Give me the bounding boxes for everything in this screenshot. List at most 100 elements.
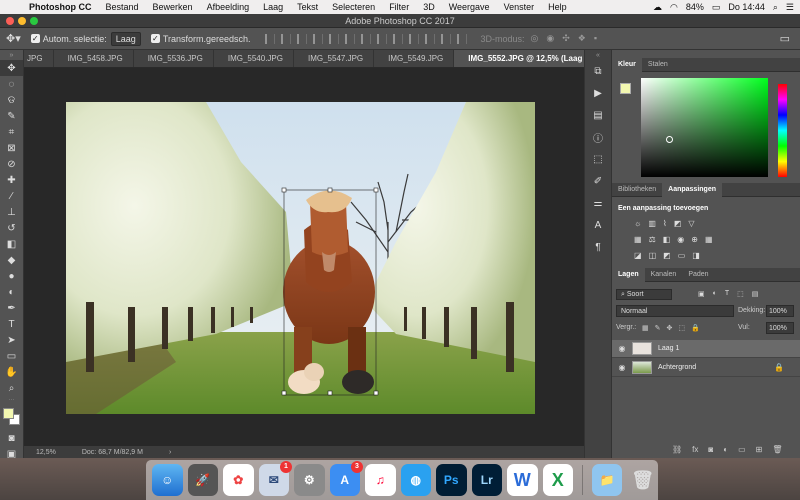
brushes-panel-icon[interactable]: ✐ [585,170,611,192]
align-middle-icon[interactable] [280,33,291,44]
crop-tool-icon[interactable]: ⌗ [0,124,23,140]
tab-document[interactable]: IMG_5547.JPG [294,50,375,67]
tab-aanpassingen[interactable]: Aanpassingen [662,182,722,197]
3d-slide-icon[interactable]: ❖ [578,33,586,44]
notification-icon[interactable]: ☰ [786,2,794,13]
menu-bewerken[interactable]: Bewerken [146,2,200,12]
menu-help[interactable]: Help [541,2,574,12]
color-balance-icon[interactable]: ⚖ [649,235,656,244]
lock-artboard-icon[interactable]: ⬚ [678,324,685,332]
vibrance-icon[interactable]: ▽ [688,219,694,228]
distribute-top-icon[interactable] [360,33,371,44]
downloads-folder-icon[interactable]: 📁 [591,464,623,496]
hue-saturation-icon[interactable]: ▦ [634,235,642,244]
3d-pan-icon[interactable]: ✣ [562,33,570,44]
document-image[interactable] [66,102,535,414]
add-mask-icon[interactable]: ◙ [708,445,713,454]
character-panel-icon[interactable]: A [585,214,611,236]
paragraph-panel-icon[interactable]: ¶ [585,236,611,258]
move-tool-preset-icon[interactable]: ✥▾ [6,32,21,45]
layer-row[interactable]: ◉ Laag 1 [612,340,800,358]
path-selection-tool-icon[interactable]: ➤ [0,332,23,348]
tab-kanalen[interactable]: Kanalen [645,268,683,282]
menu-filter[interactable]: Filter [382,2,416,12]
auto-align-icon[interactable] [456,33,467,44]
close-window-icon[interactable] [6,17,14,25]
threshold-icon[interactable]: ◩ [663,251,671,260]
canvas-area[interactable] [24,68,584,446]
selective-color-icon[interactable]: ◨ [692,251,700,260]
creative-cloud-icon[interactable]: ☁ [653,2,662,13]
distribute-bottom-icon[interactable] [392,33,403,44]
exposure-icon[interactable]: ◩ [674,219,682,228]
tab-document[interactable]: JPG [24,50,54,67]
info-panel-icon[interactable]: ⓘ [585,126,611,148]
battery-percent[interactable]: 84% [686,2,704,12]
tools-collapse-icon[interactable]: » [0,50,23,60]
clone-stamp-tool-icon[interactable]: ⊥ [0,204,23,220]
align-center-icon[interactable] [328,33,339,44]
frame-tool-icon[interactable]: ⊠ [0,140,23,156]
visibility-eye-icon[interactable]: ◉ [612,344,632,353]
more-tools-icon[interactable]: ··· [0,396,23,404]
lock-position-icon[interactable]: ✥ [667,324,673,332]
menu-venster[interactable]: Venster [497,2,542,12]
photoshop-icon[interactable]: Ps [436,464,467,496]
finder-icon[interactable]: ☺ [152,464,183,496]
distribute-center-icon[interactable] [424,33,435,44]
foreground-color-swatch[interactable] [3,408,14,419]
quick-selection-tool-icon[interactable]: ✎ [0,108,23,124]
auto-select-dropdown[interactable]: Laag [110,31,141,46]
tab-document[interactable]: IMG_5549.JPG [374,50,455,67]
menu-weergave[interactable]: Weergave [442,2,497,12]
menu-app-name[interactable]: Photoshop CC [22,2,99,12]
quick-mask-icon[interactable]: ◙ [0,430,23,446]
color-picker-field[interactable] [641,78,768,177]
move-tool-icon[interactable]: ✥ [0,60,23,76]
blend-mode-dropdown[interactable]: Normaal [616,305,734,317]
brightness-icon[interactable]: ☼ [634,219,641,228]
foreground-color-swatch[interactable] [620,83,631,94]
eraser-tool-icon[interactable]: ◧ [0,236,23,252]
curves-icon[interactable]: ⌇ [663,219,667,228]
tab-active-document[interactable]: IMG_5552.JPG @ 12,5% (Laag 1, RGB/8) * [454,50,584,67]
battery-icon[interactable]: ▭ [712,2,721,13]
color-picker-ring[interactable] [666,136,673,143]
pen-tool-icon[interactable]: ✒ [0,300,23,316]
link-layers-icon[interactable]: ⛓ [672,445,682,454]
tab-paden[interactable]: Paden [682,268,714,282]
hue-slider[interactable] [778,84,787,177]
auto-select-checkbox[interactable]: ✓ Autom. selectie: [30,34,107,44]
menu-selecteren[interactable]: Selecteren [325,2,382,12]
menu-tekst[interactable]: Tekst [290,2,325,12]
tab-document[interactable]: IMG_5536.JPG [134,50,214,67]
menu-afbeelding[interactable]: Afbeelding [200,2,257,12]
tab-kleur[interactable]: Kleur [612,57,642,72]
actions-panel-icon[interactable]: ▶ [585,82,611,104]
lock-pixels-icon[interactable]: ✎ [655,324,661,332]
itunes-icon[interactable]: ♫ [365,464,396,496]
lightroom-icon[interactable]: Lr [471,464,502,496]
system-preferences-icon[interactable]: ⚙ [294,464,325,496]
strip-collapse-icon[interactable]: « [585,50,611,60]
zoom-tool-icon[interactable]: ⌕ [0,380,23,396]
3d-scale-icon[interactable]: ▪ [594,33,597,44]
hand-tool-icon[interactable]: ✋ [0,364,23,380]
align-bottom-icon[interactable] [296,33,307,44]
zoom-level[interactable]: 12,5% [36,449,56,456]
color-swatches[interactable] [0,404,23,430]
safari-icon[interactable]: ◍ [400,464,431,496]
blur-tool-icon[interactable]: ● [0,268,23,284]
photos-icon[interactable]: ✿ [223,464,254,496]
tab-bibliotheken[interactable]: Bibliotheken [612,183,662,197]
mail-icon[interactable]: ✉ 1 [258,461,292,496]
wifi-icon[interactable]: ◠ [670,2,678,13]
trash-icon[interactable]: 🗑 [772,445,782,454]
color-lookup-icon[interactable]: ▦ [705,235,713,244]
marquee-tool-icon[interactable]: ◌ [0,76,23,92]
healing-brush-tool-icon[interactable]: ✚ [0,172,23,188]
invert-icon[interactable]: ◪ [634,251,642,260]
filter-shape-icon[interactable]: ⬚ [737,290,744,298]
filter-smart-icon[interactable]: ▤ [752,290,759,298]
levels-icon[interactable]: ▥ [648,219,656,228]
